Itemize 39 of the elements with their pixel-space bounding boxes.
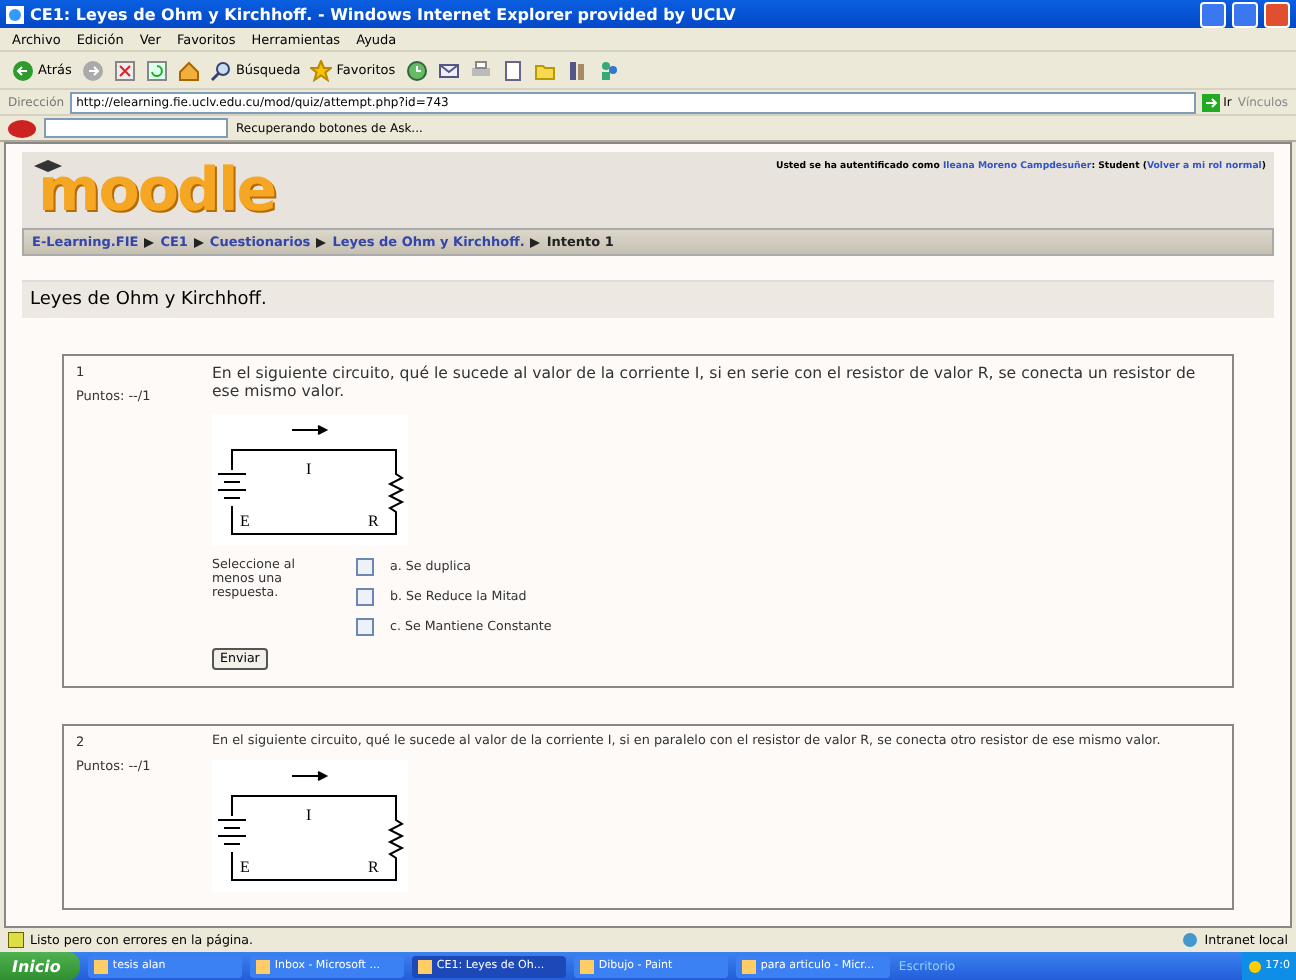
app-icon: [418, 959, 433, 973]
answer-checkbox[interactable]: [356, 617, 374, 636]
printer-icon[interactable]: [469, 59, 492, 81]
clock-icon[interactable]: [405, 59, 428, 81]
app-icon: [580, 959, 595, 973]
app-icon: [256, 959, 271, 973]
circuit-diagram: I E R: [212, 413, 408, 546]
close-button[interactable]: [1264, 1, 1290, 27]
tray-icon[interactable]: [1247, 959, 1262, 973]
breadcrumb-arrow-icon: [530, 237, 541, 247]
house-icon[interactable]: [177, 59, 200, 81]
back-arrow-icon[interactable]: [12, 59, 34, 81]
star-icon[interactable]: [310, 59, 333, 81]
maximize-button[interactable]: [1232, 1, 1258, 27]
minimize-button[interactable]: [1200, 1, 1226, 27]
folder-icon[interactable]: [533, 59, 556, 81]
books-icon[interactable]: [565, 59, 588, 81]
document-icon[interactable]: [501, 59, 524, 81]
envelope-icon[interactable]: [437, 59, 460, 81]
app-icon: [94, 959, 109, 973]
answer-checkbox[interactable]: [356, 587, 374, 606]
people-icon[interactable]: [597, 59, 620, 81]
breadcrumb-arrow-icon: [144, 237, 155, 247]
forward-arrow-icon[interactable]: [81, 59, 104, 81]
ask-logo-icon[interactable]: [8, 119, 36, 137]
window-title: CE1: Leyes de Ohm y Kirchhoff. - Windows Internet Explorer provided by UCLV: [30, 5, 738, 23]
start-button[interactable]: Inicio: [0, 952, 81, 980]
circuit-diagram: I E R: [212, 760, 408, 893]
search-icon[interactable]: [209, 59, 232, 81]
stop-icon[interactable]: [113, 59, 136, 81]
breadcrumb-arrow-icon: [316, 237, 327, 247]
globe-icon: [1182, 932, 1199, 948]
refresh-icon[interactable]: [145, 59, 168, 81]
app-icon: [742, 959, 757, 973]
page-heading: Leyes de Ohm y Kirchhoff.: [22, 280, 1274, 318]
breadcrumb-arrow-icon: [193, 237, 204, 247]
browser-icon: [6, 5, 24, 23]
ask-search-field[interactable]: [44, 118, 228, 138]
answer-checkbox[interactable]: [356, 557, 374, 576]
